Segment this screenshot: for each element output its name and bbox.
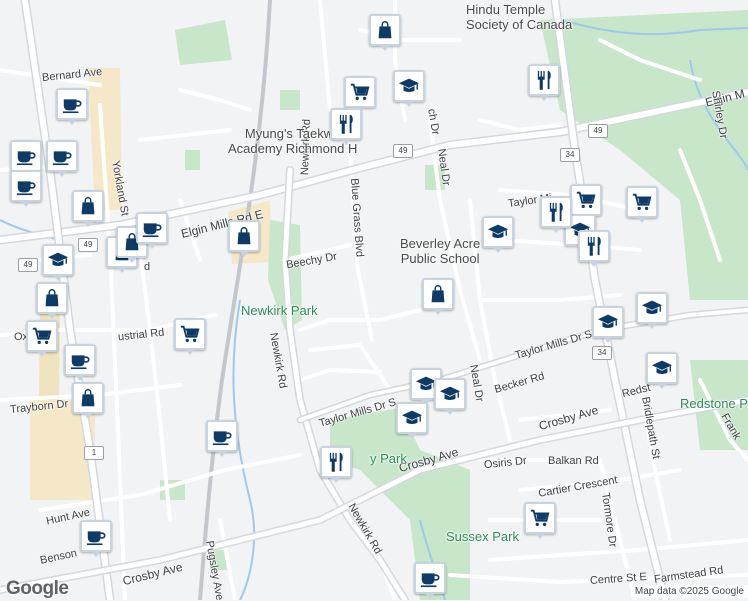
map-marker-cafe[interactable] — [10, 140, 42, 177]
map-marker-cafe[interactable] — [46, 140, 78, 177]
coffee-cup-icon — [419, 567, 441, 589]
map-marker-shopping[interactable] — [369, 14, 401, 51]
fork-knife-icon — [325, 451, 347, 473]
route-49-shield: 49 — [588, 124, 608, 138]
map-attribution[interactable]: Map data ©2025 Google — [630, 585, 748, 598]
map-marker-school[interactable] — [42, 244, 74, 281]
place-label-line: Society of Canada — [466, 17, 573, 32]
coffee-cup-icon — [15, 175, 37, 197]
map-marker-school[interactable] — [636, 292, 668, 329]
map-marker-shopping[interactable] — [228, 220, 260, 257]
park-label[interactable]: y Park — [370, 452, 407, 465]
map-marker-cafe[interactable] — [206, 420, 238, 457]
map-marker-cafe[interactable] — [136, 212, 168, 249]
map-marker-restaurant[interactable] — [320, 446, 352, 483]
map-marker-school[interactable] — [646, 352, 678, 389]
map-marker-grocery[interactable] — [344, 76, 376, 113]
park-label[interactable]: Sussex Park — [446, 530, 519, 543]
graduation-cap-icon — [487, 221, 509, 243]
map-marker-cafe[interactable] — [56, 88, 88, 125]
graduation-cap-icon — [439, 383, 461, 405]
google-logo: Google — [6, 578, 69, 599]
map-marker-restaurant[interactable] — [540, 196, 572, 233]
fork-knife-icon — [583, 235, 605, 257]
fork-knife-icon — [545, 201, 567, 223]
route-34-shield: 34 — [560, 148, 580, 162]
place-label-line: Myung's Taekwo — [244, 126, 341, 141]
graduation-cap-icon — [47, 249, 69, 271]
map-marker-restaurant[interactable] — [578, 230, 610, 267]
shopping-cart-icon — [575, 189, 597, 211]
map-marker-school[interactable] — [592, 306, 624, 343]
coffee-cup-icon — [85, 525, 107, 547]
route-1-shield: 1 — [84, 446, 104, 460]
shopping-cart-icon — [31, 325, 53, 347]
shopping-cart-icon — [529, 507, 551, 529]
map-marker-restaurant[interactable] — [528, 64, 560, 101]
graduation-cap-icon — [401, 407, 423, 429]
park-label[interactable]: Redstone Park — [680, 397, 748, 410]
graduation-cap-icon — [651, 357, 673, 379]
shopping-bag-icon — [77, 195, 99, 217]
shopping-bag-icon — [233, 225, 255, 247]
coffee-cup-icon — [141, 217, 163, 239]
shopping-bag-icon — [374, 19, 396, 41]
map-marker-cafe[interactable] — [64, 344, 96, 381]
street-label: Balkan Rd — [548, 455, 599, 467]
map-marker-grocery[interactable] — [570, 184, 602, 221]
map-marker-cafe[interactable] — [414, 562, 446, 599]
map-marker-shopping[interactable] — [72, 382, 104, 419]
map-marker-school[interactable] — [434, 378, 466, 415]
route-34-shield: 34 — [592, 346, 612, 360]
place-label[interactable]: Hindu Temple Society of Canada — [466, 2, 572, 32]
shopping-bag-icon — [41, 287, 63, 309]
shopping-cart-icon — [179, 323, 201, 345]
map-marker-school[interactable] — [396, 402, 428, 439]
map-marker-shopping[interactable] — [36, 282, 68, 319]
map-marker-grocery[interactable] — [524, 502, 556, 539]
place-label-line: Beverley Acre — [400, 236, 481, 251]
graduation-cap-icon — [398, 75, 420, 97]
coffee-cup-icon — [211, 425, 233, 447]
route-49-shield: 49 — [18, 258, 38, 272]
shopping-cart-icon — [631, 191, 653, 213]
map-marker-school[interactable] — [482, 216, 514, 253]
place-label-line: Academy Richmond H — [228, 141, 358, 156]
street-label: d — [144, 261, 151, 273]
map-marker-grocery[interactable] — [174, 318, 206, 355]
shopping-bag-icon — [77, 387, 99, 409]
map-marker-school[interactable] — [393, 70, 425, 107]
map-marker-grocery[interactable] — [26, 320, 58, 357]
map-marker-cafe[interactable] — [10, 170, 42, 207]
place-label-line: Public School — [400, 251, 480, 266]
place-label-line: Hindu Temple — [466, 2, 546, 17]
coffee-cup-icon — [61, 93, 83, 115]
coffee-cup-icon — [69, 349, 91, 371]
map-marker-cafe[interactable] — [80, 520, 112, 557]
coffee-cup-icon — [15, 145, 37, 167]
route-49-shield: 49 — [78, 238, 98, 252]
map-marker-restaurant[interactable] — [330, 108, 362, 145]
fork-knife-icon — [533, 69, 555, 91]
fork-knife-icon — [335, 113, 357, 135]
map-marker-grocery[interactable] — [626, 186, 658, 223]
graduation-cap-icon — [597, 311, 619, 333]
map-marker-shopping[interactable] — [422, 278, 454, 315]
park-label[interactable]: Newkirk Park — [241, 304, 318, 317]
coffee-cup-icon — [51, 145, 73, 167]
route-49-shield: 49 — [393, 144, 413, 158]
shopping-cart-icon — [349, 81, 371, 103]
shopping-bag-icon — [427, 283, 449, 305]
graduation-cap-icon — [641, 297, 663, 319]
place-label[interactable]: Beverley Acre Public School — [400, 236, 480, 266]
map-marker-shopping[interactable] — [72, 190, 104, 227]
